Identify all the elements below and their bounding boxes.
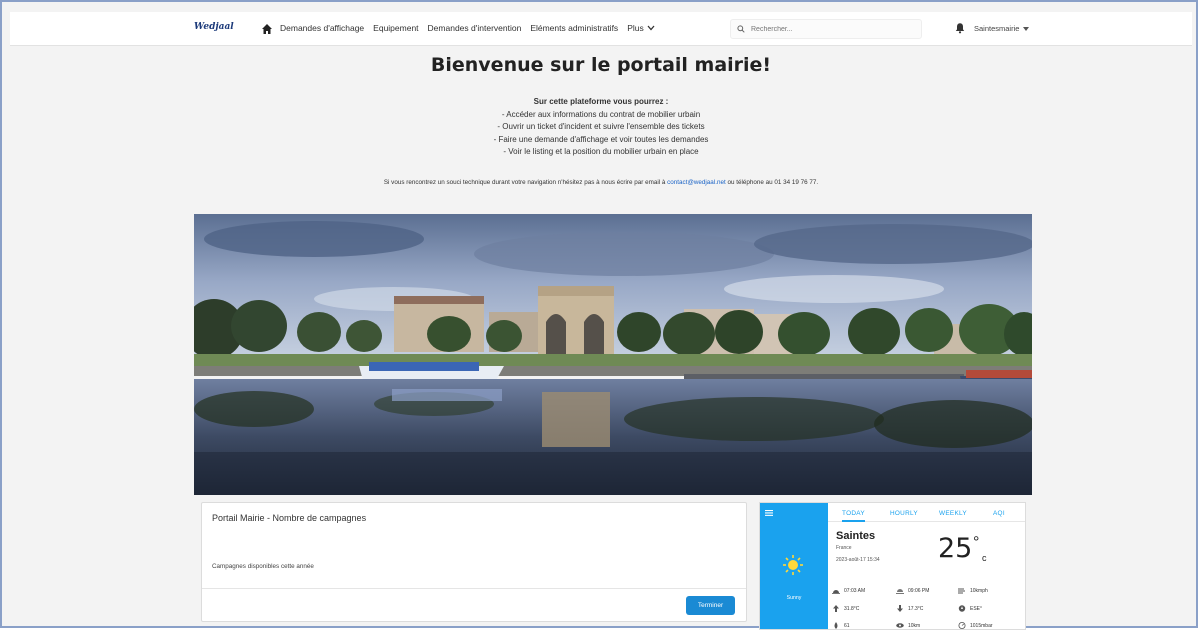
tab-hourly[interactable]: HOURLY bbox=[890, 510, 918, 517]
weather-sidebar: Sunny bbox=[760, 503, 828, 629]
arrow-up-icon bbox=[833, 605, 839, 612]
stat-direction-value: ESE° bbox=[970, 605, 983, 612]
stat-direction: ESE° bbox=[958, 605, 982, 612]
stat-temp-high: 31.8°C bbox=[832, 605, 859, 612]
page-frame: Wedjaal Demandes d'affichage Equipement … bbox=[0, 0, 1198, 630]
weather-degree-symbol: ° bbox=[973, 534, 980, 551]
card-title: Portail Mairie - Nombre de campagnes bbox=[212, 513, 367, 523]
stat-sunrise: 07:03 AM bbox=[832, 587, 865, 594]
nav-link-demandes-intervention[interactable]: Demandes d'intervention bbox=[428, 23, 522, 33]
menu-icon[interactable] bbox=[765, 510, 773, 516]
weather-city: Saintes bbox=[836, 530, 876, 542]
weather-country: France bbox=[836, 545, 852, 551]
search-input[interactable] bbox=[751, 25, 901, 33]
weather-widget: Sunny TODAY HOURLY WEEKLY AQI Saintes Fr… bbox=[759, 502, 1026, 630]
notification-bell-icon[interactable] bbox=[954, 22, 966, 34]
sun-icon bbox=[783, 555, 803, 575]
sunrise-icon bbox=[832, 590, 840, 594]
page-title: Bienvenue sur le portail mairie! bbox=[430, 54, 772, 76]
stat-temp-low-value: 17.3°C bbox=[908, 605, 924, 612]
tab-today[interactable]: TODAY bbox=[842, 510, 865, 522]
sunset-icon bbox=[896, 589, 904, 594]
stat-sunset: 09:06 PM bbox=[896, 587, 929, 594]
nav-more-menu[interactable]: Plus bbox=[627, 23, 655, 33]
brand-logo[interactable]: Wedjaal bbox=[194, 22, 234, 32]
weather-temperature: 25 bbox=[938, 533, 973, 564]
stat-wind-value: 10kmph bbox=[970, 587, 988, 594]
contact-email-link[interactable]: contact@wedjaal.net bbox=[667, 179, 726, 186]
nav-link-elements-administratifs[interactable]: Eléments administratifs bbox=[530, 23, 618, 33]
weather-condition: Sunny bbox=[786, 595, 802, 601]
card-footer-divider bbox=[202, 588, 746, 589]
campaign-card: Portail Mairie - Nombre de campagnes Cam… bbox=[201, 502, 747, 622]
contact-prefix: Si vous rencontrez un souci technique du… bbox=[383, 179, 666, 186]
tab-weekly[interactable]: WEEKLY bbox=[939, 510, 967, 517]
weather-datetime: 2023-août-17 15:34 bbox=[836, 557, 880, 563]
caret-down-icon bbox=[1023, 26, 1030, 31]
intro-item: - Faire une demande d'affichage et voir … bbox=[493, 134, 709, 144]
stat-temp-high-value: 31.8°C bbox=[844, 605, 860, 612]
terminer-button[interactable]: Terminer bbox=[686, 596, 735, 615]
stat-temp-low: 17.3°C bbox=[896, 605, 923, 612]
intro-item: - Voir le listing et la position du mobi… bbox=[503, 147, 699, 156]
nav-links: Demandes d'affichage Equipement Demandes… bbox=[280, 23, 655, 33]
intro-lead: Sur cette plateforme vous pourrez : bbox=[533, 97, 669, 106]
top-navbar: Wedjaal Demandes d'affichage Equipement … bbox=[10, 12, 1192, 46]
search-box[interactable] bbox=[730, 19, 922, 39]
arrow-down-icon bbox=[897, 605, 903, 612]
intro-text: Sur cette plateforme vous pourrez : - Ac… bbox=[2, 96, 1198, 159]
nav-link-equipement[interactable]: Equipement bbox=[373, 23, 418, 33]
contact-line: Si vous rencontrez un souci technique du… bbox=[2, 179, 1198, 186]
intro-item: - Accéder aux informations du contrat de… bbox=[501, 109, 701, 119]
wind-icon bbox=[958, 588, 965, 594]
tab-aqi[interactable]: AQI bbox=[993, 510, 1005, 517]
weather-unit: c bbox=[982, 553, 987, 563]
user-menu[interactable]: Saintesmairie bbox=[974, 24, 1030, 33]
stat-sunrise-value: 07:03 AM bbox=[844, 587, 866, 594]
nav-link-demandes-affichage[interactable]: Demandes d'affichage bbox=[280, 23, 364, 33]
hero-image-saintes-arch bbox=[194, 214, 1032, 495]
card-subtitle: Campagnes disponibles cette année bbox=[212, 563, 314, 570]
weather-tabs: TODAY HOURLY WEEKLY AQI bbox=[828, 503, 1025, 522]
contact-suffix: ou téléphone au 01 34 19 76 77. bbox=[727, 179, 819, 186]
search-icon bbox=[737, 25, 745, 33]
compass-icon bbox=[958, 605, 966, 612]
user-name: Saintesmairie bbox=[974, 24, 1020, 33]
stat-sunset-value: 09:06 PM bbox=[908, 587, 930, 594]
intro-item: - Ouvrir un ticket d'incident et suivre … bbox=[497, 122, 705, 131]
chevron-down-icon bbox=[647, 25, 655, 31]
nav-more-label: Plus bbox=[627, 23, 644, 33]
home-icon[interactable] bbox=[261, 23, 273, 35]
stat-wind: 10kmph bbox=[958, 587, 988, 594]
